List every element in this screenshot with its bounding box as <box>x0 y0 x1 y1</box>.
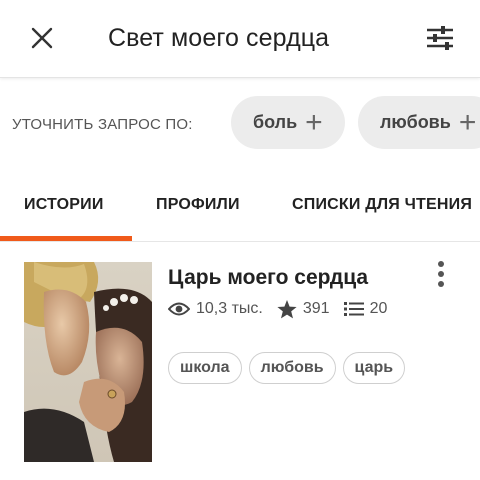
plus-icon: + <box>305 105 323 139</box>
filter-sliders-icon <box>427 26 453 50</box>
parts-count: 20 <box>369 300 388 317</box>
refine-label: УТОЧНИТЬ ЗАПРОС ПО: <box>12 116 193 133</box>
eye-icon <box>168 301 190 317</box>
more-vertical-icon <box>438 261 444 287</box>
plus-icon: + <box>458 105 477 139</box>
refine-chip-love[interactable]: любовь + <box>358 96 480 149</box>
votes-count: 391 <box>302 300 330 317</box>
tag-chip[interactable]: царь <box>342 352 406 384</box>
close-button[interactable] <box>26 22 58 54</box>
story-cover-image[interactable] <box>24 262 152 462</box>
refine-search-row: УТОЧНИТЬ ЗАПРОС ПО: боль + любовь + <box>0 96 480 154</box>
story-tags: школа любовь царь <box>168 352 412 384</box>
close-icon <box>31 27 53 49</box>
tab-profiles[interactable]: ПРОФИЛИ <box>156 196 240 214</box>
tag-chip[interactable]: любовь <box>248 352 336 384</box>
chip-label: любовь <box>380 112 451 132</box>
reads-count: 10,3 тыс. <box>196 300 263 317</box>
refine-chip-pain[interactable]: боль + <box>231 96 345 149</box>
tabs-bar: ИСТОРИИ ПРОФИЛИ СПИСКИ ДЛЯ ЧТЕНИЯ <box>0 176 480 242</box>
search-query-title: Свет моего сердца <box>108 24 330 52</box>
story-result-card[interactable]: Царь моего сердца 10,3 тыс. 391 20 школа… <box>0 242 480 480</box>
story-title[interactable]: Царь моего сердца <box>168 266 368 290</box>
tab-reading-lists[interactable]: СПИСКИ ДЛЯ ЧТЕНИЯ <box>292 196 472 214</box>
tab-stories[interactable]: ИСТОРИИ <box>24 196 104 214</box>
top-bar: Свет моего сердца <box>0 0 480 78</box>
story-stats: 10,3 тыс. 391 20 <box>168 297 401 321</box>
more-options-button[interactable] <box>430 260 452 288</box>
tag-chip[interactable]: школа <box>168 352 242 384</box>
list-icon <box>343 301 364 317</box>
filter-button[interactable] <box>424 22 456 54</box>
star-icon <box>277 299 297 319</box>
chip-label: боль <box>253 112 298 132</box>
